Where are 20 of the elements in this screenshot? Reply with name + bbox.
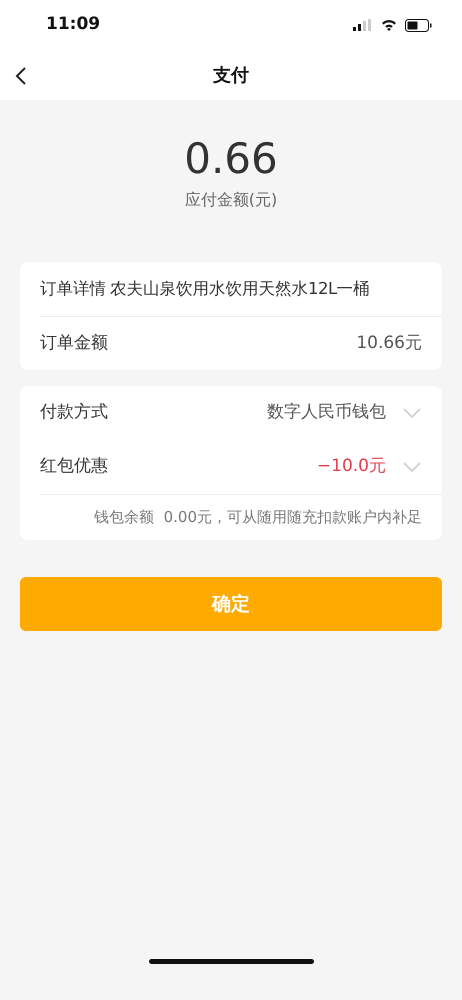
status-time: 11:09 (46, 13, 100, 36)
row-value: 农夫山泉饮用水饮用天然水12L一桶 (110, 278, 370, 300)
row-label: 红包优惠 (40, 455, 108, 478)
row-label: 订单详情 (40, 278, 106, 300)
dropdown-row[interactable]: 红包优惠 −10.0元 (40, 440, 442, 494)
battery-icon (405, 18, 432, 32)
amount-label: 应付金额(元) (184, 189, 278, 211)
row-value: 数字人民币钱包 (267, 401, 386, 424)
dropdown-row[interactable]: 付款方式 数字人民币钱包 (40, 386, 442, 440)
signal-icon (353, 19, 373, 31)
page-title: 支付 (213, 64, 249, 88)
wallet-balance-note: 钱包余额 0.00元，可从随用随充扣款账户内补足 (94, 507, 422, 528)
row-value: 10.66元 (356, 332, 422, 355)
wifi-icon (381, 19, 397, 31)
payable-amount: 0.66 (183, 138, 279, 180)
row-label: 付款方式 (40, 401, 108, 424)
row-value: −10.0元 (316, 455, 386, 478)
row-label: 订单金额 (40, 332, 108, 355)
chevron-down-icon[interactable] (402, 407, 422, 419)
chevron-down-icon[interactable] (402, 461, 422, 473)
